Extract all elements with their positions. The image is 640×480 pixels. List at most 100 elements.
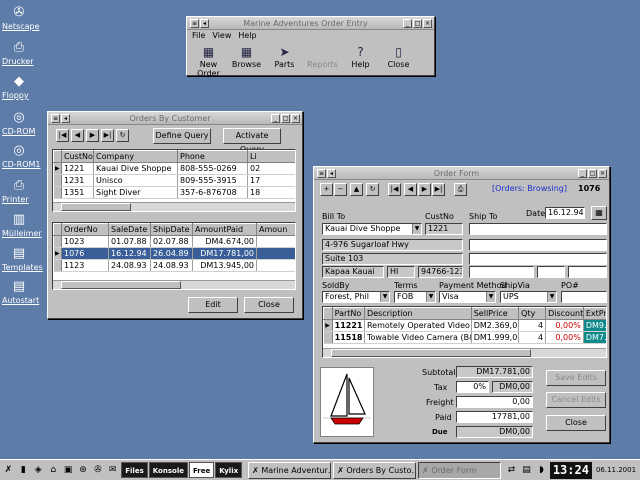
- minimize-button[interactable]: _: [403, 18, 412, 28]
- sticky-button[interactable]: ◂: [327, 168, 336, 178]
- desktop-icon-m-lleimer[interactable]: ▥ Mülleimer: [2, 210, 42, 239]
- window-list-icon[interactable]: ▮: [17, 463, 30, 478]
- column-header[interactable]: OrderNo: [61, 223, 109, 236]
- menu-view[interactable]: View: [212, 31, 231, 40]
- grid-cell[interactable]: 1123: [61, 259, 109, 272]
- reports-tool-button[interactable]: Reports: [304, 43, 341, 78]
- desktop-icon-autostart[interactable]: ▤ Autostart: [2, 277, 39, 306]
- close-window-button[interactable]: ×: [423, 18, 432, 28]
- grid-cell[interactable]: 357-6-876708: [177, 186, 248, 199]
- grid-cell[interactable]: 11518: [332, 331, 365, 344]
- ship-city-field[interactable]: [469, 266, 534, 278]
- grid-cell[interactable]: 4: [518, 319, 547, 332]
- customers-grid[interactable]: CustNo Company Phone Li ▶ 1221 Kauai Dive Shop…: [52, 149, 296, 212]
- taskbar-task[interactable]: ✗ Order Form: [418, 461, 502, 479]
- grid-cell[interactable]: 1351: [61, 186, 94, 199]
- po-field[interactable]: [561, 291, 607, 303]
- desktop-pager-files[interactable]: Files: [121, 462, 148, 478]
- clock[interactable]: 13:24: [549, 461, 592, 479]
- soldby-combo[interactable]: Forest, Phil ▼: [322, 291, 390, 303]
- grid-cell[interactable]: DM4.674,00: [192, 235, 257, 248]
- order-form-nav-button-2[interactable]: ▲: [350, 183, 363, 196]
- main-window-titlebar[interactable]: ≡ ◂ Marine Adventures Order Entry _ □ ×: [187, 17, 434, 30]
- order-row[interactable]: 1023 01.07.88 02.07.88 DM4.674,00: [53, 235, 295, 248]
- column-header[interactable]: Company: [93, 150, 178, 163]
- grid-cell[interactable]: Remotely Operated Video S: [364, 319, 472, 332]
- clipboard-icon[interactable]: ▤: [520, 463, 533, 478]
- grid-cell[interactable]: 02.07.88: [150, 235, 193, 248]
- bill-addr2-field[interactable]: Suite 103: [322, 253, 463, 265]
- grid-cell[interactable]: 1023: [61, 235, 109, 248]
- k-menu-icon[interactable]: ✗: [2, 463, 15, 478]
- order-form-nav-button-0[interactable]: +: [320, 183, 333, 196]
- edit-button[interactable]: Edit: [188, 297, 238, 313]
- column-header[interactable]: PartNo: [331, 307, 365, 320]
- due-field[interactable]: DM0,00: [456, 426, 533, 438]
- column-header[interactable]: ShipDate: [150, 223, 193, 236]
- maximize-button[interactable]: □: [588, 168, 597, 178]
- customer-row[interactable]: 1351 Sight Diver 357-6-876708 18: [53, 186, 295, 199]
- grid-cell[interactable]: [256, 259, 295, 272]
- grid-cell[interactable]: Towable Video Camera (B&: [364, 331, 472, 344]
- grid-cell[interactable]: DM1.999,00: [471, 331, 520, 344]
- orders-grid[interactable]: OrderNo SaleDate ShipDate AmountPaid Amoun 10…: [52, 222, 296, 290]
- grid-cell[interactable]: Unisco: [93, 174, 178, 187]
- order-form-nav-button-7[interactable]: ▶|: [432, 183, 445, 196]
- sticky-button[interactable]: ◂: [61, 113, 70, 123]
- obc-nav-button-0[interactable]: |◀: [56, 129, 69, 142]
- date-field[interactable]: 16.12.94: [545, 207, 585, 219]
- speaker-icon[interactable]: ◗: [535, 463, 548, 478]
- column-header[interactable]: CustNo: [61, 150, 94, 163]
- bill-company-combo[interactable]: Kauai Dive Shoppe ▼: [322, 223, 422, 235]
- grid-cell[interactable]: 24.08.93: [108, 259, 151, 272]
- order-form-nav-button-3[interactable]: ↻: [366, 183, 379, 196]
- grid-cell[interactable]: 808-555-0269: [177, 162, 248, 175]
- cancel-edits-button[interactable]: Cancel Edits: [546, 392, 606, 408]
- menu-file[interactable]: File: [192, 31, 205, 40]
- column-header[interactable]: SellPrice: [470, 307, 520, 320]
- activate-query-button[interactable]: Activate Query: [223, 128, 281, 154]
- maximize-button[interactable]: □: [413, 18, 422, 28]
- order-form-nav-button-6[interactable]: ▶: [418, 183, 431, 196]
- ship-state-field[interactable]: [537, 266, 565, 278]
- desktop-pager-konsole[interactable]: Konsole: [148, 462, 188, 478]
- shipvia-combo[interactable]: UPS ▼: [500, 291, 557, 303]
- menu-help[interactable]: Help: [238, 31, 256, 40]
- ship-addr1-field[interactable]: [469, 239, 607, 251]
- custno-field[interactable]: 1221: [425, 223, 463, 235]
- grid-cell[interactable]: 16.12.94: [108, 247, 151, 260]
- window-menu-button[interactable]: ≡: [190, 18, 199, 28]
- minimize-button[interactable]: _: [578, 168, 587, 178]
- network-icon[interactable]: ⇄: [505, 463, 518, 478]
- customer-row[interactable]: ▶ 1221 Kauai Dive Shoppe 808-555-0269 02: [53, 162, 295, 175]
- minimize-button[interactable]: _: [271, 113, 280, 123]
- help-lifebuoy-icon[interactable]: ⊛: [77, 463, 90, 478]
- sticky-button[interactable]: ◂: [200, 18, 209, 28]
- grid-cell[interactable]: 24.08.93: [150, 259, 193, 272]
- column-header[interactable]: Description: [363, 307, 472, 320]
- close-window-button[interactable]: ×: [291, 113, 300, 123]
- ship-company-field[interactable]: [469, 223, 607, 235]
- date-picker-button[interactable]: ▦: [591, 206, 607, 220]
- browser-icon[interactable]: ✇: [91, 463, 104, 478]
- grid-cell[interactable]: 17: [247, 174, 295, 187]
- desktop-pager-free[interactable]: Free: [188, 462, 215, 478]
- terminal-icon[interactable]: ▣: [62, 463, 75, 478]
- grid-cell[interactable]: DM9.4: [583, 319, 606, 332]
- order-row[interactable]: ▶ 1076 16.12.94 26.04.89 DM17.781,00: [53, 247, 295, 260]
- desktop-icon-cd-rom[interactable]: ◎ CD-ROM: [2, 108, 36, 137]
- obc-nav-button-3[interactable]: ▶|: [101, 129, 114, 142]
- grid-cell[interactable]: 1076: [61, 247, 109, 260]
- column-header[interactable]: Phone: [177, 150, 248, 163]
- desktop-icon-netscape[interactable]: ✇ Netscape: [2, 3, 40, 32]
- order-form-nav-button-1[interactable]: −: [334, 183, 347, 196]
- grid-cell[interactable]: Sight Diver: [93, 186, 178, 199]
- desktop-icon-printer[interactable]: ⎙ Printer: [2, 176, 36, 205]
- obc-nav-button-2[interactable]: ▶: [86, 129, 99, 142]
- ship-addr2-field[interactable]: [469, 253, 607, 265]
- items-grid[interactable]: PartNo Description SellPrice Qty Discount Ext…: [322, 306, 607, 358]
- column-header[interactable]: Qty: [518, 307, 547, 320]
- desktop-icon-templates[interactable]: ▤ Templates: [2, 244, 43, 273]
- obc-nav-button-4[interactable]: ↻: [116, 129, 129, 142]
- item-row[interactable]: ▶ 11221 Remotely Operated Video S DM2.369,0…: [323, 319, 606, 332]
